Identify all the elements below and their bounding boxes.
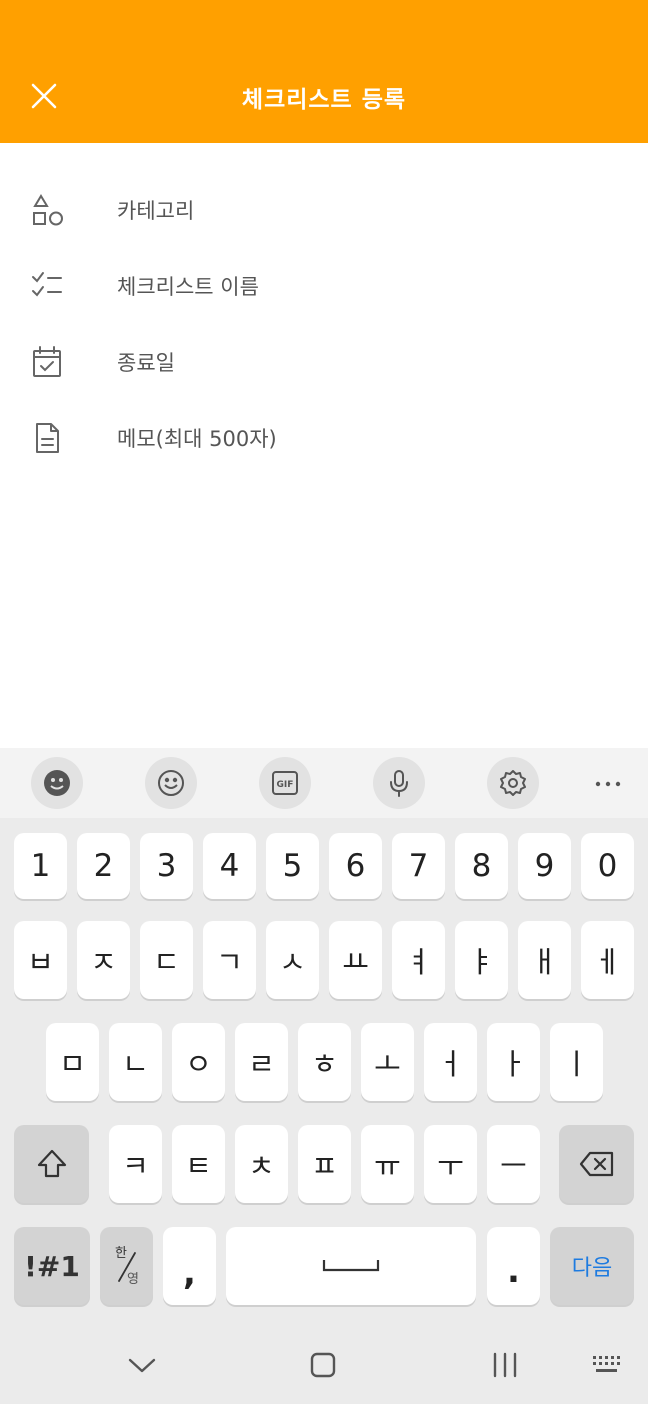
next-key[interactable]: 다음: [550, 1227, 634, 1305]
key-digeut[interactable]: ㄷ: [140, 921, 193, 999]
microphone-icon: [390, 770, 408, 797]
checklist-icon: [28, 267, 66, 305]
backspace-icon: [579, 1151, 613, 1177]
sticker-icon: [44, 770, 70, 796]
settings-icon: [500, 770, 526, 796]
recents-icon: [493, 1352, 517, 1378]
emoji-icon: [158, 770, 184, 796]
category-label: 카테고리: [117, 199, 195, 223]
sticker-button[interactable]: [31, 757, 83, 809]
memo-field[interactable]: 메모(최대 500자): [0, 403, 648, 473]
keyboard: GIF 1 2 3 4 5 6 7 8 9 0 ㅂ ㅈ ㄷ ㄱ ㅅ ㅛ ㅕ ㅑ …: [0, 748, 648, 1404]
keyboard-switch-icon: [593, 1356, 620, 1372]
key-yeo[interactable]: ㅕ: [392, 921, 445, 999]
memo-label: 메모(최대 500자): [117, 427, 277, 451]
category-field[interactable]: 카테고리: [0, 175, 648, 245]
emoji-button[interactable]: [145, 757, 197, 809]
space-key[interactable]: [226, 1227, 476, 1305]
key-0[interactable]: 0: [581, 833, 634, 899]
key-ieung[interactable]: ㅇ: [172, 1023, 225, 1101]
system-navigation-bar: [0, 1325, 648, 1404]
key-u[interactable]: ㅜ: [424, 1125, 477, 1203]
end-date-label: 종료일: [117, 351, 175, 375]
voice-input-button[interactable]: [373, 757, 425, 809]
key-chieut[interactable]: ㅊ: [235, 1125, 288, 1203]
key-8[interactable]: 8: [455, 833, 508, 899]
svg-text:한: 한: [115, 1246, 127, 1261]
gif-icon: GIF: [272, 771, 298, 795]
key-giyeok[interactable]: ㄱ: [203, 921, 256, 999]
key-yo[interactable]: ㅛ: [329, 921, 382, 999]
gif-button[interactable]: GIF: [259, 757, 311, 809]
comma-key[interactable]: ,: [163, 1227, 216, 1305]
key-2[interactable]: 2: [77, 833, 130, 899]
key-jieut[interactable]: ㅈ: [77, 921, 130, 999]
key-ae[interactable]: ㅐ: [518, 921, 571, 999]
keyboard-settings-button[interactable]: [487, 757, 539, 809]
svg-text:GIF: GIF: [277, 780, 294, 790]
space-icon: [322, 1260, 380, 1272]
key-eo[interactable]: ㅓ: [424, 1023, 477, 1101]
key-i[interactable]: ㅣ: [550, 1023, 603, 1101]
symbols-key[interactable]: !#1: [14, 1227, 90, 1305]
keyboard-switch-button[interactable]: [583, 1345, 633, 1385]
home-button[interactable]: [298, 1345, 348, 1385]
key-7[interactable]: 7: [392, 833, 445, 899]
key-1[interactable]: 1: [14, 833, 67, 899]
end-date-field[interactable]: 종료일: [0, 327, 648, 397]
key-4[interactable]: 4: [203, 833, 256, 899]
shift-key[interactable]: [14, 1125, 89, 1203]
back-button[interactable]: [117, 1345, 167, 1385]
key-o[interactable]: ㅗ: [361, 1023, 414, 1101]
key-9[interactable]: 9: [518, 833, 571, 899]
language-switch-key[interactable]: 한 영: [100, 1227, 153, 1305]
key-nieun[interactable]: ㄴ: [109, 1023, 162, 1101]
more-icon: [595, 781, 621, 787]
key-pieup[interactable]: ㅍ: [298, 1125, 351, 1203]
key-6[interactable]: 6: [329, 833, 382, 899]
key-e[interactable]: ㅔ: [581, 921, 634, 999]
recents-button[interactable]: [480, 1345, 530, 1385]
back-chevron-icon: [128, 1358, 156, 1373]
checklist-name-label: 체크리스트 이름: [117, 275, 259, 299]
checklist-name-field[interactable]: 체크리스트 이름: [0, 251, 648, 321]
home-icon: [310, 1352, 336, 1378]
key-3[interactable]: 3: [140, 833, 193, 899]
key-5[interactable]: 5: [266, 833, 319, 899]
language-switch-icon: 한 영: [115, 1246, 139, 1287]
key-bieup[interactable]: ㅂ: [14, 921, 67, 999]
key-rieul[interactable]: ㄹ: [235, 1023, 288, 1101]
key-ya[interactable]: ㅑ: [455, 921, 508, 999]
key-eu[interactable]: ㅡ: [487, 1125, 540, 1203]
document-icon: [28, 419, 66, 457]
key-hieut[interactable]: ㅎ: [298, 1023, 351, 1101]
app-bar: 체크리스트 등록: [0, 0, 648, 143]
key-kieuk[interactable]: ㅋ: [109, 1125, 162, 1203]
calendar-check-icon: [28, 343, 66, 381]
svg-text:영: 영: [127, 1272, 139, 1287]
key-mieum[interactable]: ㅁ: [46, 1023, 99, 1101]
backspace-key[interactable]: [559, 1125, 634, 1203]
key-tieut[interactable]: ㅌ: [172, 1125, 225, 1203]
period-key[interactable]: .: [487, 1227, 540, 1305]
shift-icon: [37, 1149, 66, 1178]
key-siot[interactable]: ㅅ: [266, 921, 319, 999]
key-a[interactable]: ㅏ: [487, 1023, 540, 1101]
more-options-button[interactable]: [582, 757, 634, 809]
page-title: 체크리스트 등록: [241, 87, 407, 113]
key-yu[interactable]: ㅠ: [361, 1125, 414, 1203]
category-shapes-icon: [28, 191, 66, 229]
keyboard-toolbar: GIF: [0, 748, 648, 818]
